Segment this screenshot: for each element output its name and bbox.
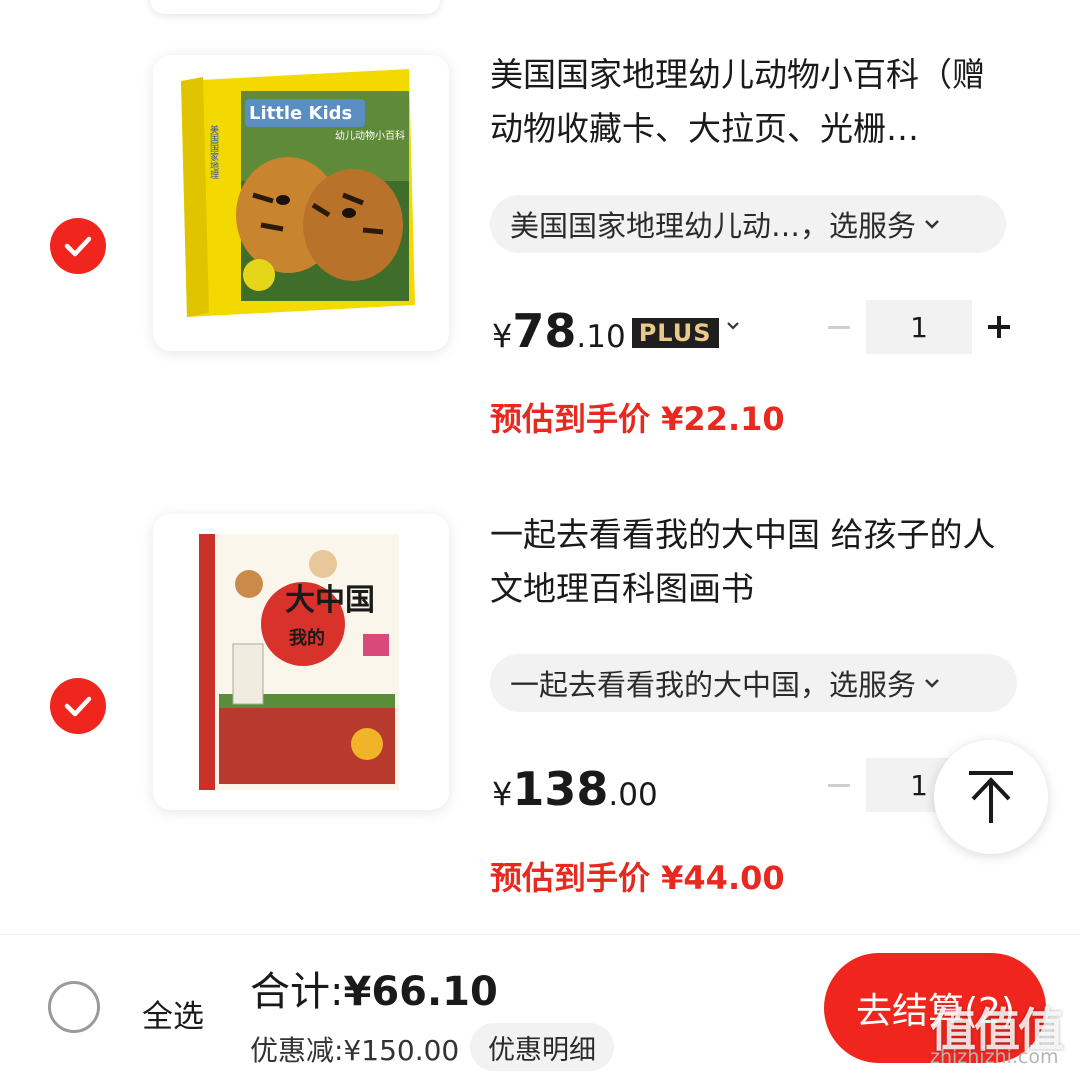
item-select-checkbox[interactable] — [50, 678, 106, 734]
cover-subtitle-text: 幼儿动物小百科 — [335, 129, 405, 142]
estimated-price: 预估到手价 ¥44.00 — [490, 859, 785, 897]
product-image[interactable]: 美国国家地理 Little Kids 幼儿动物小百科 — [153, 55, 449, 351]
chevron-down-icon — [925, 679, 939, 688]
price-decimal: .10 — [576, 319, 626, 355]
price-integer: 78 — [512, 304, 577, 358]
spec-label: 一起去看看我的大中国，选服务 — [510, 668, 917, 702]
back-to-top-button[interactable] — [934, 740, 1048, 854]
price: ¥ 78 .10 PLUS — [492, 304, 719, 358]
price-currency: ¥ — [492, 775, 513, 813]
price-integer: 138 — [512, 762, 609, 816]
price-decimal: .00 — [608, 777, 658, 813]
previous-item-card-edge — [150, 0, 440, 14]
checkmark-icon — [64, 236, 92, 257]
arrow-up-icon — [969, 771, 1013, 823]
spec-label: 美国国家地理幼儿动…，选服务 — [510, 209, 917, 243]
discount-detail-button[interactable]: 优惠明细 — [470, 1023, 614, 1071]
cover-title-big: 大中国 — [285, 583, 375, 618]
spec-selector[interactable]: 一起去看看我的大中国，选服务 — [490, 654, 1017, 712]
total-amount: ¥66.10 — [343, 969, 498, 1015]
estimated-price: 预估到手价 ¥22.10 — [490, 400, 785, 438]
cover-series-text: Little Kids — [249, 103, 352, 124]
product-title[interactable]: 美国国家地理幼儿动物小百科（赠动物收藏卡、大拉页、光栅… — [490, 48, 1010, 156]
total-price: 合计:¥66.10 — [250, 959, 498, 1017]
chevron-down-icon — [925, 220, 939, 229]
discount-amount: 优惠减:¥150.00 — [250, 1034, 460, 1067]
select-all-label[interactable]: 全选 — [142, 991, 204, 1036]
book-cover-image: 美国国家地理 Little Kids 幼儿动物小百科 — [181, 69, 415, 317]
cover-title-small: 我的 — [289, 627, 325, 649]
quantity-decrease-button[interactable] — [828, 784, 850, 787]
quantity-input[interactable]: 1 — [866, 300, 972, 354]
item-select-checkbox[interactable] — [50, 218, 106, 274]
price-currency: ¥ — [492, 317, 513, 355]
plus-member-badge: PLUS — [631, 318, 719, 348]
price-detail-chevron-icon[interactable] — [722, 318, 744, 334]
product-image[interactable]: 大中国 我的 — [153, 514, 449, 810]
quantity-decrease-button[interactable] — [828, 326, 850, 329]
price: ¥ 138 .00 — [492, 762, 658, 816]
checkout-bar: 全选 合计:¥66.10 优惠减:¥150.00 优惠明细 去结算(2) — [0, 934, 1080, 1077]
checkmark-icon — [64, 696, 92, 717]
book-cover-image: 大中国 我的 — [199, 534, 399, 790]
select-all-checkbox[interactable] — [48, 981, 100, 1033]
watermark-url: zhizhizhi.com — [930, 1046, 1059, 1068]
spec-selector[interactable]: 美国国家地理幼儿动…，选服务 — [490, 195, 1006, 253]
cover-brand-text: 美国国家地理 — [208, 124, 219, 179]
quantity-increase-button[interactable] — [986, 314, 1012, 340]
product-title[interactable]: 一起去看看我的大中国 给孩子的人文地理百科图画书 — [490, 508, 1010, 616]
total-label: 合计: — [250, 969, 344, 1015]
